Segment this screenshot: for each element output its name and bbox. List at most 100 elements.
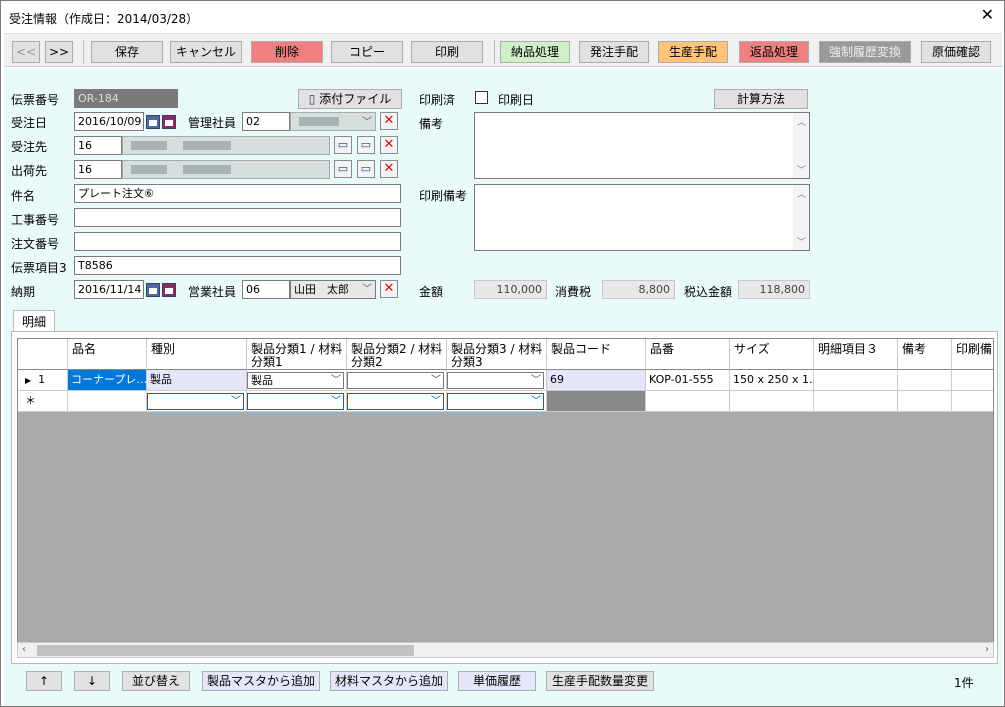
- scrollbar[interactable]: ︿ ﹀: [793, 185, 809, 250]
- remarks-textarea[interactable]: ︿ ﹀: [474, 112, 810, 179]
- sales-name-select[interactable]: 山田 太郎 ﹀: [290, 280, 376, 299]
- window-title: 受注情報（作成日：2014/03/28）: [9, 12, 199, 26]
- window-icon[interactable]: ▭: [357, 160, 375, 178]
- new-cell-category2[interactable]: ﹀: [347, 391, 447, 412]
- category3-select[interactable]: ﹀: [447, 372, 544, 389]
- new-kind-select[interactable]: ﹀: [147, 393, 244, 410]
- slip-item3-field[interactable]: T8586: [74, 256, 401, 275]
- move-up-button[interactable]: ↑: [26, 671, 62, 691]
- sales-code-field[interactable]: 06: [242, 280, 290, 299]
- window-icon[interactable]: ▭: [334, 136, 352, 154]
- category1-select[interactable]: 製品 ﹀: [247, 372, 344, 389]
- work-no-field[interactable]: [74, 208, 401, 227]
- clear-icon[interactable]: ✕: [380, 160, 398, 178]
- ship-to-code-field[interactable]: 16: [74, 160, 122, 179]
- column-header[interactable]: 品名: [68, 339, 147, 370]
- delivery-process-button[interactable]: 納品処理: [500, 41, 570, 63]
- cell-product-name[interactable]: コーナープレ…: [68, 370, 147, 391]
- scroll-left-icon[interactable]: ‹: [22, 644, 26, 655]
- printed-checkbox[interactable]: [475, 91, 488, 104]
- return-process-button[interactable]: 返品処理: [739, 41, 809, 63]
- scrollbar[interactable]: ︿ ﹀: [793, 113, 809, 178]
- cell-category3[interactable]: ﹀: [447, 370, 547, 391]
- attach-file-button[interactable]: ▯ 添付ファイル: [298, 89, 402, 109]
- column-header[interactable]: 印刷備: [952, 339, 993, 370]
- prev-record-button[interactable]: <<: [12, 41, 40, 63]
- new-cell-kind[interactable]: ﹀: [147, 391, 247, 412]
- production-order-button[interactable]: 生産手配: [658, 41, 728, 63]
- subject-field[interactable]: プレート注文⑥: [74, 184, 401, 203]
- cost-confirm-button[interactable]: 原価確認: [921, 41, 991, 63]
- new-category3-select[interactable]: ﹀: [447, 393, 544, 410]
- cell-print-remarks[interactable]: [952, 370, 993, 391]
- scrollbar-thumb[interactable]: [37, 645, 414, 656]
- new-cell-product-name[interactable]: [68, 391, 147, 412]
- due-date-field[interactable]: 2016/11/14: [74, 280, 144, 299]
- next-record-button[interactable]: >>: [45, 41, 73, 63]
- cell-remarks[interactable]: [898, 370, 952, 391]
- new-row-header[interactable]: ＊: [18, 391, 68, 412]
- change-production-qty-button[interactable]: 生産手配数量変更: [546, 671, 654, 691]
- cell-kind[interactable]: 製品: [147, 370, 247, 391]
- column-header[interactable]: 製品コード: [547, 339, 646, 370]
- move-down-button[interactable]: ↓: [74, 671, 110, 691]
- calc-method-button[interactable]: 計算方法: [714, 89, 808, 109]
- print-remarks-textarea[interactable]: ︿ ﹀: [474, 184, 810, 251]
- column-header[interactable]: 備考: [898, 339, 952, 370]
- new-cell-size[interactable]: [730, 391, 814, 412]
- printed-label: 印刷済: [419, 93, 456, 107]
- cell-size[interactable]: 150 x 250 x 1…: [730, 370, 814, 391]
- column-header[interactable]: 製品分類1 / 材料分類1: [247, 339, 347, 370]
- cell-detail-item3[interactable]: [814, 370, 898, 391]
- new-cell-category3[interactable]: ﹀: [447, 391, 547, 412]
- new-cell-print-remarks[interactable]: [952, 391, 993, 412]
- horizontal-scrollbar[interactable]: ‹ ›: [17, 642, 994, 658]
- clear-icon[interactable]: ✕: [380, 112, 398, 130]
- new-category2-select[interactable]: ﹀: [347, 393, 444, 410]
- calendar-icon[interactable]: [162, 283, 176, 297]
- scroll-right-icon[interactable]: ›: [985, 644, 989, 655]
- window-icon[interactable]: ▭: [357, 136, 375, 154]
- column-header[interactable]: 製品分類2 / 材料分類2: [347, 339, 447, 370]
- calendar-icon[interactable]: [162, 115, 176, 129]
- manager-name-select[interactable]: ﹀: [290, 112, 376, 131]
- cell-category2[interactable]: ﹀: [347, 370, 447, 391]
- column-header[interactable]: 品番: [646, 339, 730, 370]
- new-cell-category1[interactable]: ﹀: [247, 391, 347, 412]
- row-header[interactable]: ▶ 1: [18, 370, 68, 391]
- manager-code-field[interactable]: 02: [242, 112, 290, 131]
- category2-select[interactable]: ﹀: [347, 372, 444, 389]
- new-cell-part-number[interactable]: [646, 391, 730, 412]
- tab-details[interactable]: 明細: [13, 310, 55, 332]
- clear-icon[interactable]: ✕: [380, 136, 398, 154]
- cell-product-code[interactable]: 69: [547, 370, 646, 391]
- clear-icon[interactable]: ✕: [380, 280, 398, 298]
- column-header[interactable]: 製品分類3 / 材料分類3: [447, 339, 547, 370]
- column-header[interactable]: 明細項目３: [814, 339, 898, 370]
- new-category1-select[interactable]: ﹀: [247, 393, 344, 410]
- save-button[interactable]: 保存: [91, 41, 163, 63]
- print-button[interactable]: 印刷: [411, 41, 483, 63]
- new-cell-detail-item3[interactable]: [814, 391, 898, 412]
- copy-button[interactable]: コピー: [331, 41, 403, 63]
- add-from-product-master-button[interactable]: 製品マスタから追加: [202, 671, 320, 691]
- add-from-material-master-button[interactable]: 材料マスタから追加: [330, 671, 448, 691]
- new-cell-remarks[interactable]: [898, 391, 952, 412]
- force-history-convert-button[interactable]: 強制履歴変換: [819, 41, 911, 63]
- cell-part-number[interactable]: KOP-01-555: [646, 370, 730, 391]
- close-icon[interactable]: ✕: [981, 6, 994, 24]
- column-header[interactable]: 種別: [147, 339, 247, 370]
- calendar-icon[interactable]: [146, 115, 160, 129]
- order-no-field[interactable]: [74, 232, 401, 251]
- delete-button[interactable]: 削除: [251, 41, 323, 63]
- purchase-order-button[interactable]: 発注手配: [579, 41, 649, 63]
- calendar-icon[interactable]: [146, 283, 160, 297]
- window-icon[interactable]: ▭: [334, 160, 352, 178]
- sort-button[interactable]: 並び替え: [122, 671, 190, 691]
- customer-code-field[interactable]: 16: [74, 136, 122, 155]
- cell-category1[interactable]: 製品 ﹀: [247, 370, 347, 391]
- unit-price-history-button[interactable]: 単価履歴: [458, 671, 536, 691]
- cancel-button[interactable]: キャンセル: [170, 41, 242, 63]
- order-date-field[interactable]: 2016/10/09: [74, 112, 144, 131]
- column-header[interactable]: サイズ: [730, 339, 814, 370]
